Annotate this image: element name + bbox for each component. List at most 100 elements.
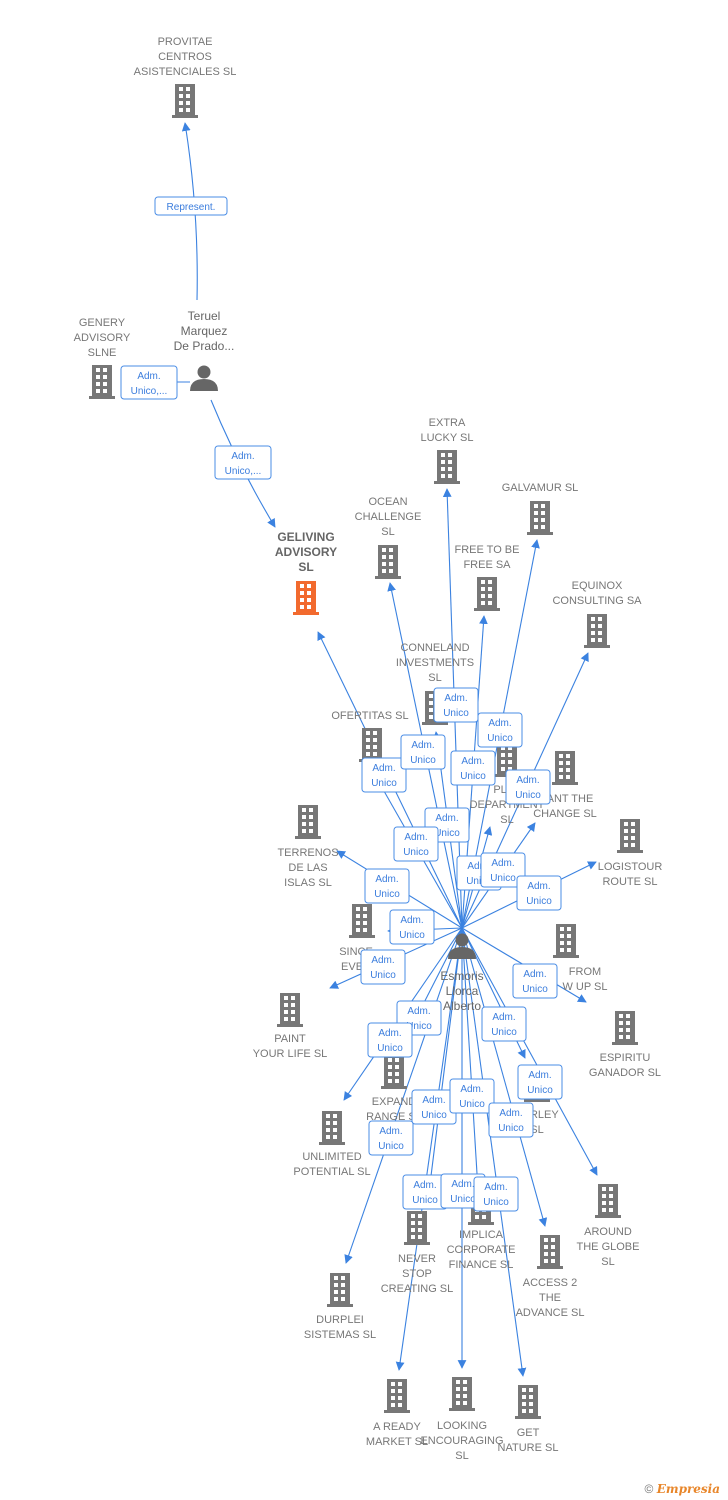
edge-label[interactable]: Adm. Unico bbox=[360, 949, 406, 985]
node-label: EQUINOX bbox=[572, 580, 623, 592]
node-label: AROUND bbox=[584, 1226, 632, 1238]
brand-logo[interactable]: Empresia bbox=[657, 1482, 720, 1496]
company-node-durplei[interactable]: DURPLEI SISTEMAS SL bbox=[304, 1273, 376, 1341]
company-node-looking[interactable]: LOOKING ENCOURAGING SL bbox=[420, 1377, 504, 1462]
node-label: OFERTITAS SL bbox=[331, 710, 408, 722]
edge-label[interactable]: Adm. Unico bbox=[389, 909, 435, 945]
edge-label[interactable]: Adm. Unico bbox=[411, 1089, 457, 1125]
edge-label-text: Unico,... bbox=[225, 466, 262, 477]
edge-label-text: Unico bbox=[450, 1194, 476, 1205]
edge-label[interactable]: Adm. Unico bbox=[367, 1022, 413, 1058]
edge-label[interactable]: Adm. Unico bbox=[512, 963, 558, 999]
edge-label-text: Adm. bbox=[523, 969, 546, 980]
building-icon bbox=[527, 501, 553, 535]
building-icon bbox=[515, 1385, 541, 1419]
edge-label[interactable]: Adm. Unico bbox=[477, 712, 523, 748]
edge-label[interactable]: Adm. Unico bbox=[481, 1006, 527, 1042]
edge-label-text: Adm. bbox=[411, 740, 434, 751]
node-label: PROVITAE bbox=[158, 36, 213, 48]
node-label: EXTRA bbox=[429, 417, 466, 429]
node-label: Llorca bbox=[446, 984, 479, 998]
building-icon bbox=[449, 1377, 475, 1411]
node-label: SISTEMAS SL bbox=[304, 1329, 376, 1341]
edge-label-text: Unico bbox=[370, 970, 396, 981]
node-label: ENCOURAGING bbox=[420, 1435, 503, 1447]
node-label: SL bbox=[381, 526, 394, 538]
building-icon bbox=[349, 904, 375, 938]
edge-label[interactable]: Adm. Unico bbox=[505, 769, 551, 805]
company-node-ofertitas[interactable]: OFERTITAS SL bbox=[331, 710, 409, 762]
edge-label-text: Adm. bbox=[400, 915, 423, 926]
node-label: SLNE bbox=[88, 347, 117, 359]
company-node-aready[interactable]: A READY MARKET SL bbox=[366, 1379, 428, 1448]
edge-label[interactable]: Adm. Unico bbox=[364, 868, 410, 904]
edge-label[interactable]: Represent. bbox=[154, 196, 228, 216]
node-label: NATURE SL bbox=[498, 1442, 559, 1454]
edge-label[interactable]: Adm. Unico,... bbox=[214, 445, 272, 480]
network-graph: PROVITAE CENTROS ASISTENCIALES SL GENERY ADV… bbox=[74, 36, 663, 1462]
company-node-extra[interactable]: EXTRA LUCKY SL bbox=[421, 417, 474, 484]
edge-label-text: Adm. bbox=[460, 1084, 483, 1095]
edge-label[interactable]: Adm. Unico bbox=[450, 750, 496, 786]
edge-label[interactable]: Adm. Unico bbox=[433, 687, 479, 723]
company-node-access[interactable]: ACCESS 2 THE ADVANCE SL bbox=[516, 1235, 585, 1319]
edge-label-text: Adm. bbox=[451, 1179, 474, 1190]
edge-label[interactable]: Adm. Unico bbox=[449, 1078, 495, 1114]
edge-label-text: Unico bbox=[399, 930, 425, 941]
building-icon bbox=[384, 1379, 410, 1413]
node-label: ASISTENCIALES SL bbox=[134, 66, 237, 78]
company-node-free[interactable]: FREE TO BE FREE SA bbox=[454, 544, 520, 611]
node-label: PAINT bbox=[274, 1033, 306, 1045]
node-label: FINANCE SL bbox=[449, 1259, 514, 1271]
company-node-terrenos[interactable]: TERRENOS DE LAS ISLAS SL bbox=[277, 805, 339, 889]
company-node-provitae[interactable]: PROVITAE CENTROS ASISTENCIALES SL bbox=[134, 36, 237, 118]
company-node-equinox[interactable]: EQUINOX CONSULTING SA bbox=[552, 580, 642, 648]
node-label: ISLAS SL bbox=[284, 877, 332, 889]
node-label: FREE SA bbox=[463, 559, 511, 571]
edge-label-text: Unico bbox=[487, 733, 513, 744]
edge-label[interactable]: Adm. Unico,... bbox=[120, 365, 178, 400]
company-node-never[interactable]: NEVER STOP CREATING SL bbox=[381, 1211, 454, 1295]
edge-label-text: Adm. bbox=[379, 1126, 402, 1137]
building-icon bbox=[172, 84, 198, 118]
building-icon bbox=[595, 1184, 621, 1218]
edge-label[interactable]: Adm. Unico bbox=[368, 1120, 414, 1156]
company-node-getnature[interactable]: GET NATURE SL bbox=[498, 1385, 559, 1454]
edge-label[interactable]: Adm. Unico bbox=[402, 1174, 448, 1210]
person-node-esmoris[interactable]: EsmorisLlorcaAlberto bbox=[440, 933, 484, 1014]
node-label: SL bbox=[500, 814, 513, 826]
company-node-ocean[interactable]: OCEAN CHALLENGE SL bbox=[355, 496, 422, 579]
edge-label-text: Adm. bbox=[407, 1006, 430, 1017]
node-label: INVESTMENTS bbox=[396, 657, 474, 669]
edge-label-text: Adm. bbox=[492, 1012, 515, 1023]
edge-label[interactable]: Adm. Unico bbox=[517, 1064, 563, 1100]
edge-esmoris-implica[interactable] bbox=[461, 927, 482, 1191]
node-label: LUCKY SL bbox=[421, 432, 474, 444]
edge-label-text: Unico bbox=[378, 1141, 404, 1152]
node-label: CREATING SL bbox=[381, 1283, 454, 1295]
company-node-from[interactable]: FROM W UP SL bbox=[553, 924, 608, 993]
building-icon bbox=[359, 728, 385, 762]
company-node-paint[interactable]: PAINT YOUR LIFE SL bbox=[253, 993, 328, 1060]
building-icon bbox=[612, 1011, 638, 1045]
edge-label[interactable]: Adm. Unico bbox=[361, 757, 407, 793]
edge-label-text: Unico bbox=[483, 1197, 509, 1208]
node-label: NEVER bbox=[398, 1253, 436, 1265]
company-node-espiritu[interactable]: ESPIRITU GANADOR SL bbox=[589, 1011, 661, 1079]
edge-label[interactable]: Adm. Unico bbox=[488, 1102, 534, 1138]
node-label: ESPIRITU bbox=[600, 1052, 651, 1064]
edge-label-text: Adm. bbox=[499, 1108, 522, 1119]
company-node-logistour[interactable]: LOGISTOUR ROUTE SL bbox=[598, 819, 663, 888]
edge-label[interactable]: Adm. Unico bbox=[473, 1176, 519, 1212]
company-node-around[interactable]: AROUND THE GLOBE SL bbox=[577, 1184, 640, 1268]
company-node-geliving[interactable]: GELIVINGADVISORYSL bbox=[275, 530, 337, 615]
company-node-galvamur[interactable]: GALVAMUR SL bbox=[502, 482, 579, 535]
edge-label[interactable]: Adm. Unico bbox=[393, 826, 439, 862]
node-label: CHALLENGE bbox=[355, 511, 422, 523]
person-node-teruel[interactable]: TeruelMarquezDe Prado... bbox=[174, 309, 235, 391]
edge-label-text: Unico bbox=[374, 889, 400, 900]
edge-label[interactable]: Adm. Unico bbox=[516, 875, 562, 911]
edge-label[interactable]: Adm. Unico bbox=[400, 734, 446, 770]
node-label: De Prado... bbox=[174, 339, 235, 353]
company-node-unlimited[interactable]: UNLIMITED POTENTIAL SL bbox=[293, 1111, 371, 1178]
